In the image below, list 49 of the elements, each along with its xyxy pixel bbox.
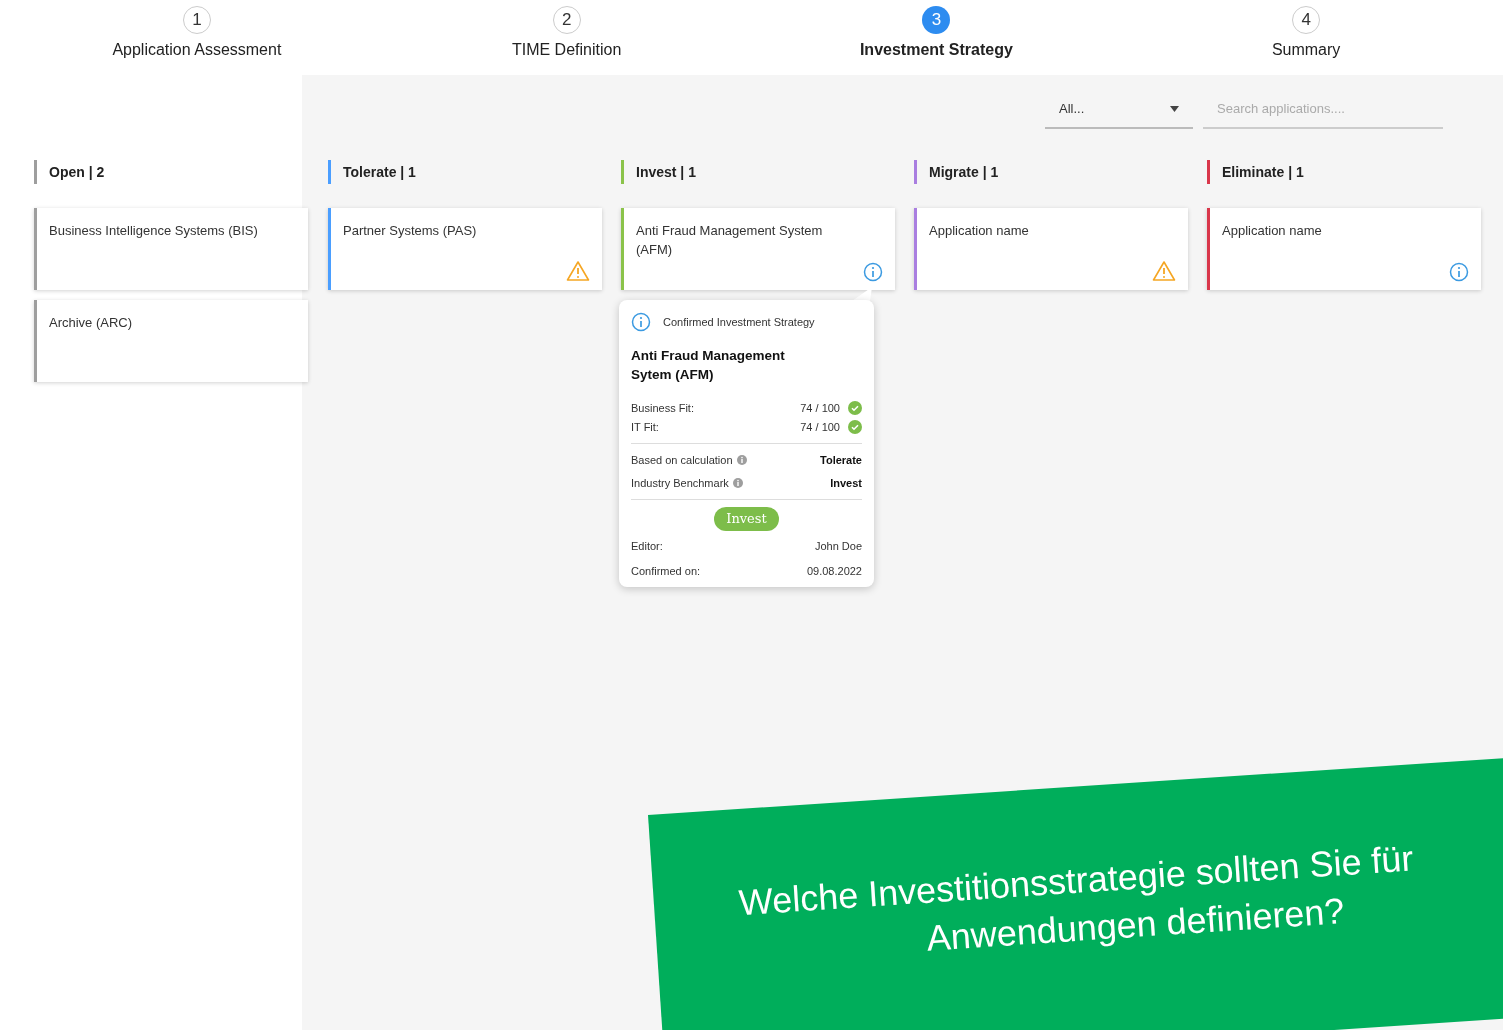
row-value: 74 / 100 xyxy=(800,401,840,416)
info-icon xyxy=(1449,262,1469,282)
caret-icon xyxy=(1170,106,1179,112)
row-label: Based on calculation xyxy=(631,453,733,468)
check-icon xyxy=(848,401,862,416)
column-header: Invest | 1 xyxy=(621,160,895,184)
row-label: Confirmed on: xyxy=(631,563,701,579)
application-name: Business Intelligence Systems (BIS) xyxy=(49,222,259,240)
row-label: IT Fit: xyxy=(631,419,659,435)
column-header: Tolerate | 1 xyxy=(328,160,602,184)
row-label: Editor: xyxy=(631,539,663,554)
step-label[interactable]: Summary xyxy=(1271,38,1341,62)
application-name: Application name xyxy=(1222,222,1323,240)
application-name: Archive (ARC) xyxy=(49,314,134,332)
step-number[interactable]: 4 xyxy=(1292,6,1321,34)
check-icon xyxy=(848,419,862,434)
row-value: Invest xyxy=(830,475,862,491)
step-number[interactable]: 2 xyxy=(552,6,581,34)
warning-icon xyxy=(566,260,590,282)
search-field[interactable]: Search applications.... xyxy=(1203,91,1443,129)
application-name: Application name xyxy=(929,222,1030,240)
column-header: Migrate | 1 xyxy=(914,160,1188,184)
filter-dropdown[interactable]: All... xyxy=(1045,91,1193,129)
application-card[interactable]: Anti Fraud Management System (AFM) xyxy=(621,208,895,290)
application-card[interactable]: Application name xyxy=(1207,208,1481,290)
application-card[interactable]: Business Intelligence Systems (BIS) xyxy=(34,208,308,290)
step-number[interactable]: 1 xyxy=(182,6,211,34)
column-header: Eliminate | 1 xyxy=(1207,160,1481,184)
row-value: John Doe xyxy=(814,539,862,554)
application-card[interactable]: Application name xyxy=(914,208,1188,290)
info-icon xyxy=(863,262,883,282)
popover-header: Confirmed Investment Strategy xyxy=(663,314,815,330)
row-value: 74 / 100 xyxy=(800,419,840,435)
application-name: Partner Systems (PAS) xyxy=(343,222,478,240)
row-label: Industry Benchmark xyxy=(631,475,729,491)
row-label: Business Fit: xyxy=(631,401,694,416)
application-card[interactable]: Archive (ARC) xyxy=(34,300,308,382)
popover-title: Anti Fraud Management Sytem (AFM) xyxy=(631,347,786,384)
step-label[interactable]: Investment Strategy xyxy=(859,38,1013,62)
row-value: Tolerate xyxy=(820,453,862,468)
step-label[interactable]: TIME Definition xyxy=(511,38,622,62)
application-card[interactable]: Partner Systems (PAS) xyxy=(328,208,602,290)
row-value: 09.08.2022 xyxy=(806,563,862,579)
info-icon xyxy=(732,477,743,488)
application-name: Anti Fraud Management System (AFM) xyxy=(636,222,824,259)
warning-icon xyxy=(1152,260,1176,282)
info-icon xyxy=(631,312,651,332)
info-icon xyxy=(736,455,747,466)
step-label[interactable]: Application Assessment xyxy=(112,38,282,62)
